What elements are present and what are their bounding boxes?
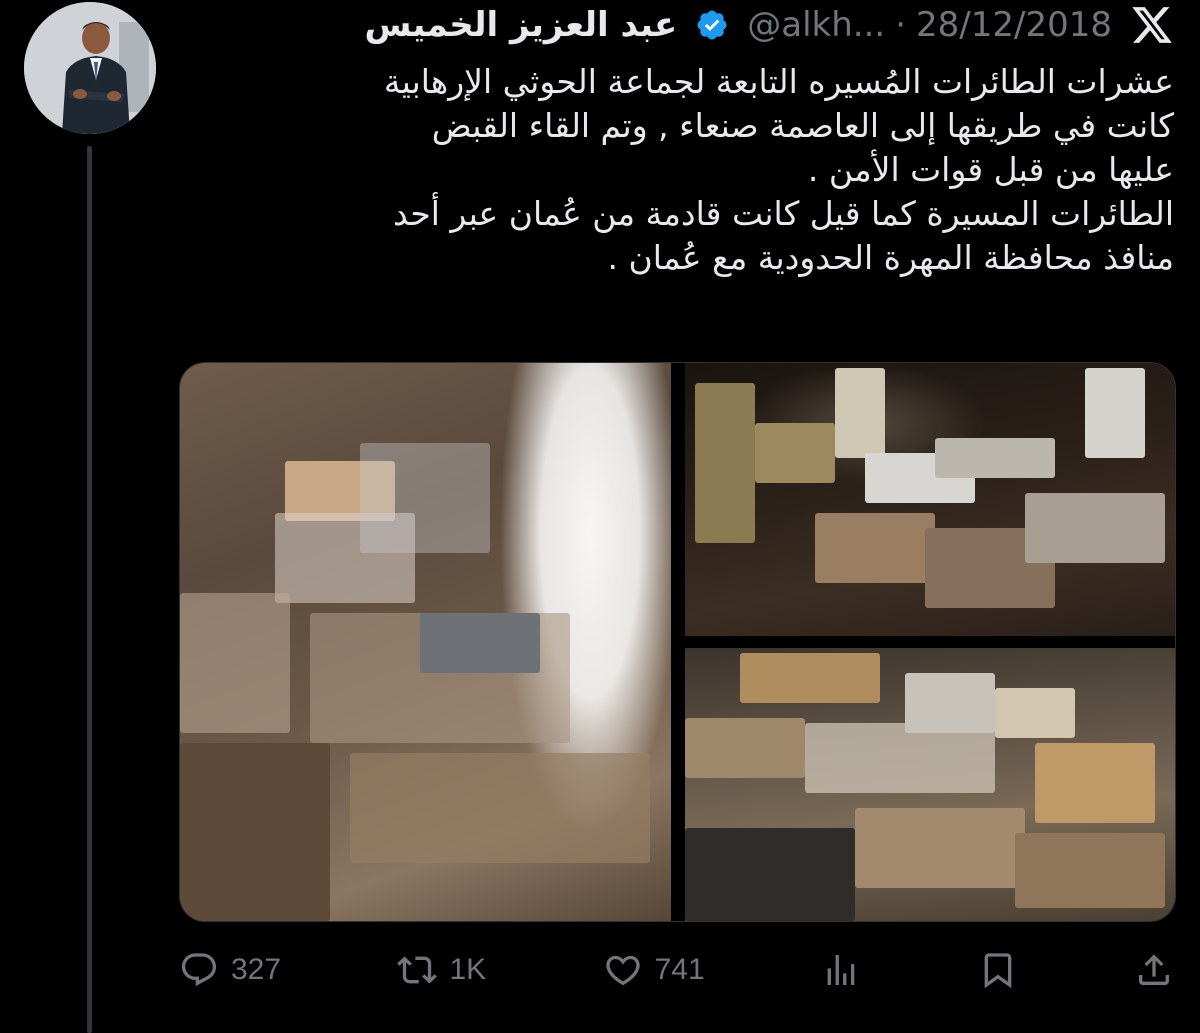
author-avatar[interactable] xyxy=(24,2,156,134)
reply-button[interactable]: 327 xyxy=(179,950,281,990)
avatar-portrait xyxy=(24,2,156,134)
wrapped-package xyxy=(180,593,290,733)
reply-count: 327 xyxy=(231,953,282,986)
wrapped-package xyxy=(1025,493,1165,563)
cardboard-box xyxy=(350,753,650,863)
wrapped-package xyxy=(685,828,855,921)
bookmark-icon xyxy=(984,953,1011,989)
cardboard-box xyxy=(685,718,805,778)
cardboard-box xyxy=(180,743,330,921)
tweet-text-line: كانت في طريقها إلى العاصمة صنعاء , وتم ا… xyxy=(431,106,1174,145)
cardboard-box xyxy=(995,688,1075,738)
cardboard-box xyxy=(1035,743,1155,823)
tweet-photo[interactable] xyxy=(685,363,1175,636)
tweet-text-line: منافذ محافظة المهرة الحدودية مع عُمان . xyxy=(607,238,1174,277)
like-button[interactable]: 741 xyxy=(603,950,705,990)
cardboard-box xyxy=(1015,833,1165,908)
person-figure xyxy=(695,383,755,543)
author-name[interactable]: عبد العزيز الخميس xyxy=(365,5,678,45)
cardboard-box xyxy=(855,808,1025,888)
wrapped-package xyxy=(935,438,1055,478)
wrapped-package xyxy=(805,723,995,793)
reply-icon xyxy=(181,953,217,987)
cardboard-box xyxy=(740,653,880,703)
drone-part xyxy=(420,613,540,673)
bookmark-button[interactable] xyxy=(978,950,1018,990)
share-icon xyxy=(1138,954,1169,985)
person-figure xyxy=(755,423,835,483)
like-count: 741 xyxy=(654,953,705,986)
tweet-text-line: عشرات الطائرات المُسيره التابعة لجماعة ا… xyxy=(383,62,1174,101)
thread-connector-line xyxy=(87,146,92,1033)
repost-icon xyxy=(397,956,438,984)
wrapped-package xyxy=(360,443,490,553)
tweet-photo[interactable] xyxy=(685,648,1175,921)
analytics-icon xyxy=(827,955,855,985)
wrapped-package xyxy=(905,673,995,733)
tweet-header: عبد العزيز الخميس @alkh... · 28/12/2018 xyxy=(365,0,1175,50)
tweet-date[interactable]: 28/12/2018 xyxy=(916,5,1112,45)
tweet-action-bar: 327 1K 741 xyxy=(179,940,1174,1000)
verified-badge-icon xyxy=(697,10,727,40)
person-figure xyxy=(835,368,885,458)
heart-icon xyxy=(605,955,640,986)
share-button[interactable] xyxy=(1134,950,1174,990)
tweet-text-line: عليها من قبل قوات الأمن . xyxy=(807,150,1174,189)
tweet-meta: @alkh... · 28/12/2018 xyxy=(747,5,1112,45)
person-figure xyxy=(1085,368,1145,458)
author-handle[interactable]: @alkh... xyxy=(747,5,885,45)
repost-button[interactable]: 1K xyxy=(397,950,486,990)
x-logo-icon[interactable] xyxy=(1130,3,1174,47)
tweet-text-line: الطائرات المسيرة كما قيل كانت قادمة من ع… xyxy=(393,194,1174,233)
tweet-media-grid xyxy=(179,362,1176,922)
cardboard-box xyxy=(815,513,935,583)
tweet-photo[interactable] xyxy=(180,363,671,921)
meta-separator: · xyxy=(895,5,907,45)
tweet-text: عشرات الطائرات المُسيره التابعة لجماعة ا… xyxy=(184,60,1174,280)
repost-count: 1K xyxy=(449,953,487,986)
views-button[interactable] xyxy=(821,950,861,990)
